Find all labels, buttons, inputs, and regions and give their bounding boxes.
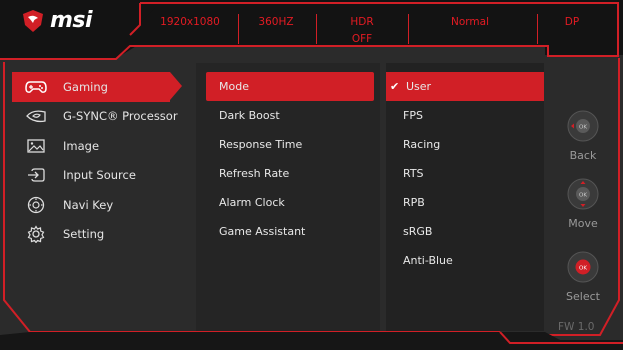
control-select: OK Select [548,250,618,303]
navi-key-icon [24,196,48,214]
sub-menu-item-game-assistant[interactable]: Game Assistant [196,217,380,246]
joystick-center-label: OK [579,125,587,131]
control-back-label: Back [569,149,597,162]
option-label: User [406,80,432,93]
gear-icon [24,225,48,244]
option-item-rpb[interactable]: RPB [386,188,544,217]
joystick-center-label: OK [579,266,587,272]
option-item-fps[interactable]: FPS [386,101,544,130]
main-menu-item-input-source[interactable]: Input Source [12,161,182,191]
status-divider [316,14,317,44]
sub-menu-item-refresh-rate[interactable]: Refresh Rate [196,159,380,188]
main-menu-item-gsync[interactable]: G-SYNC® Processor [12,102,182,132]
main-menu-label: Input Source [63,168,136,183]
main-menu-label: Gaming [63,79,108,94]
option-item-anti-blue[interactable]: Anti-Blue [386,246,544,275]
status-resolution: 1920x1080 [160,16,220,28]
status-divider [238,14,239,44]
status-hdr-line1: HDR [350,16,374,28]
sub-menu: Mode Dark Boost Response Time Refresh Ra… [196,63,380,331]
image-icon [24,137,48,155]
main-menu-label: G-SYNC® Processor [63,109,178,124]
joystick-move-icon: OK [567,178,599,210]
sub-menu-item-dark-boost[interactable]: Dark Boost [196,101,380,130]
joystick-center-label: OK [579,193,587,199]
navi-key-guide: OK Back OK Move OK Select [548,63,618,335]
main-menu-item-navi-key[interactable]: Navi Key [12,190,182,220]
main-menu-item-setting[interactable]: Setting [12,220,182,250]
nvidia-icon [24,107,48,125]
status-hdr: HDR OFF [330,14,394,48]
firmware-version: FW 1.0 [558,321,595,333]
gamepad-icon [24,78,48,96]
status-mode: Normal [451,16,489,28]
status-hdr-line2: OFF [351,33,373,45]
control-back: OK Back [548,109,618,162]
main-menu-label: Image [63,138,100,153]
status-input: DP [564,16,580,28]
checkmark-icon: ✔ [390,80,400,93]
osd-screen: msi 1920x1080 360HZ HDR OFF Normal DP Ga… [0,0,623,350]
control-move-label: Move [568,217,598,230]
main-menu: Gaming G-SYNC® Processor Image Input Sou… [12,72,182,249]
status-divider [537,14,538,44]
msi-logo: msi [22,8,93,33]
joystick-back-icon: OK [567,110,599,142]
sub-menu-item-response-time[interactable]: Response Time [196,130,380,159]
control-select-label: Select [566,290,600,303]
sub-menu-item-mode[interactable]: Mode [206,72,374,101]
option-list: ✔ User FPS Racing RTS RPB sRGB Anti-Blue [386,63,544,331]
control-move: OK Move [548,177,618,230]
main-menu-item-gaming[interactable]: Gaming [12,72,182,102]
sub-menu-item-alarm-clock[interactable]: Alarm Clock [196,188,380,217]
status-divider [408,14,409,44]
option-item-user[interactable]: ✔ User [386,72,544,101]
main-menu-label: Setting [63,227,105,242]
option-item-racing[interactable]: Racing [386,130,544,159]
dragon-shield-icon [23,9,43,32]
joystick-select-icon: OK [567,251,599,283]
option-item-rts[interactable]: RTS [386,159,544,188]
input-source-icon [24,166,48,184]
brand-name: msi [50,8,93,33]
option-item-srgb[interactable]: sRGB [386,217,544,246]
main-menu-label: Navi Key [63,197,114,212]
status-refresh: 360HZ [258,16,294,28]
main-menu-item-image[interactable]: Image [12,131,182,161]
